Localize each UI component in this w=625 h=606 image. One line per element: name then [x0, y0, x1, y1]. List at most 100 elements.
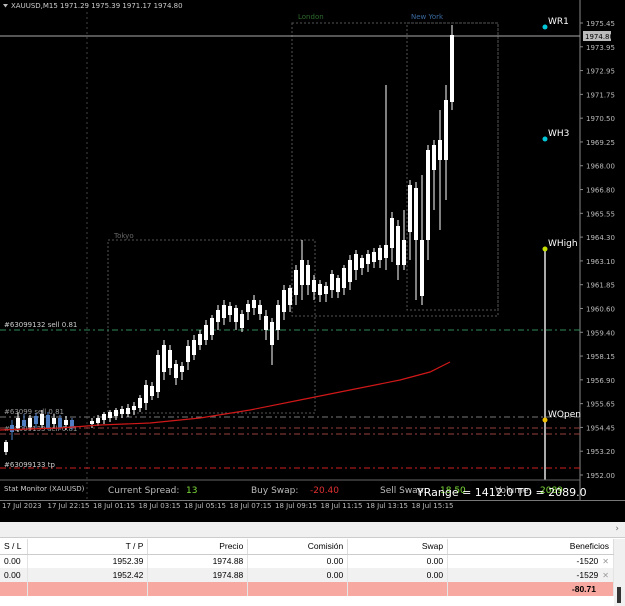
london-session-label: London — [298, 13, 324, 21]
price-axis-label: 1971.75 — [586, 91, 615, 99]
candle-body — [276, 305, 280, 330]
orders-table: S / L T / P Precio Comisión Swap Benefic… — [0, 539, 614, 596]
candle-body — [252, 300, 256, 308]
moving-average-line — [0, 361, 451, 431]
price-axis-label: 1965.55 — [586, 210, 615, 218]
candle-body — [384, 245, 388, 258]
price-axis-label: 1968.00 — [586, 163, 615, 171]
time-axis-label: 17 Jul 22:15 — [47, 502, 90, 510]
wh3-dot — [542, 136, 548, 142]
candle-body — [336, 278, 340, 292]
candle-body — [408, 185, 412, 232]
cell-commission: 0.00 — [247, 554, 349, 568]
spread-value: 13 — [186, 486, 197, 496]
col-commission[interactable]: Comisión — [247, 539, 349, 555]
candle-body — [420, 240, 424, 296]
cell-swap: 0.00 — [347, 554, 449, 568]
cell-sl: 0.00 — [0, 554, 29, 568]
candle-body — [234, 308, 238, 322]
time-axis-label: 18 Jul 05:15 — [184, 502, 226, 510]
cell-swap: 0.00 — [347, 568, 449, 582]
col-tp[interactable]: T / P — [27, 539, 149, 555]
cell-profit: -1529 ✕ — [447, 568, 614, 582]
candle-body — [390, 218, 394, 248]
scrollbar-thumb[interactable] — [617, 587, 621, 603]
cell-commission: 0.00 — [247, 568, 349, 582]
candle-body — [16, 418, 20, 428]
candle-body — [414, 188, 418, 240]
time-axis[interactable]: 17 Jul 2023 17 Jul 22:15 18 Jul 01:15 18 Ju… — [0, 500, 625, 514]
stat-monitor-label: Stat Monitor (XAUUSD) — [4, 485, 85, 493]
time-axis-label: 18 Jul 07:15 — [229, 502, 272, 510]
whigh-dot — [542, 246, 548, 252]
time-axis-label: 18 Jul 15:15 — [411, 502, 454, 510]
col-sl[interactable]: S / L — [0, 539, 29, 555]
price-chart[interactable]: XAUUSD,M15 1971.29 1975.39 1971.17 1974.… — [0, 0, 625, 500]
col-profit[interactable]: Beneficios — [447, 539, 614, 555]
candle-body — [192, 340, 196, 355]
newyork-session-label: New York — [411, 13, 444, 21]
tokyo-session-label: Tokyo — [113, 232, 134, 240]
price-axis-label: 1964.30 — [586, 234, 615, 242]
last-price-tag-label: 1974.80 — [585, 33, 614, 41]
candle-body — [108, 412, 112, 418]
candle-body — [432, 145, 436, 170]
candle-body — [96, 418, 100, 423]
candle-body — [450, 35, 454, 102]
profit-value: -1520 — [576, 556, 599, 567]
candle-body — [402, 240, 406, 265]
candle-body — [378, 248, 382, 260]
wr1-dot — [542, 24, 548, 30]
whigh-label: WHigh — [548, 239, 578, 249]
price-axis-label: 1969.25 — [586, 139, 615, 147]
candle-body — [396, 226, 400, 265]
panel-scrollbar[interactable]: › — [0, 522, 625, 538]
order-line-2-label: #63099 sell 0.81 — [4, 408, 64, 416]
chart-menu-arrow-icon[interactable] — [3, 4, 8, 8]
candle-body — [426, 150, 430, 240]
candle-body — [372, 252, 376, 262]
symbol-header: XAUUSD,M15 1971.29 1975.39 1971.17 1974.… — [11, 2, 183, 10]
candle-body — [354, 254, 358, 270]
trade-panel: › S / L T / P Precio Comisión Swap Benef… — [0, 522, 625, 606]
price-axis-label: 1952.00 — [586, 472, 615, 480]
tp-line-label: #63099133 tp — [4, 461, 55, 469]
price-axis-label: 1961.85 — [586, 282, 615, 290]
candle-body — [216, 310, 220, 322]
total-row: -80.71 — [0, 582, 614, 596]
candle-body — [258, 305, 262, 314]
price-axis-label: 1963.10 — [586, 258, 615, 266]
candle-body — [198, 334, 202, 345]
price-axis-label: 1973.95 — [586, 44, 615, 52]
candle-body — [168, 350, 172, 368]
candle-body — [90, 421, 94, 424]
candle-body — [22, 420, 26, 426]
col-price[interactable]: Precio — [147, 539, 249, 555]
table-row[interactable]: 0.00 1952.42 1974.88 0.00 0.00 -1529 ✕ — [0, 568, 614, 582]
candle-body — [64, 420, 68, 425]
price-axis-label: 1953.20 — [586, 448, 615, 456]
scroll-right-icon[interactable]: › — [615, 524, 619, 534]
col-swap[interactable]: Swap — [347, 539, 449, 555]
candle-body — [40, 414, 44, 425]
candle-body — [132, 406, 136, 410]
buy-swap-label: Buy Swap: — [251, 486, 298, 496]
price-axis-label: 1956.90 — [586, 377, 615, 385]
profit-value: -1529 — [576, 570, 599, 580]
candle-body — [270, 322, 274, 345]
close-order-icon[interactable]: ✕ — [602, 571, 609, 580]
close-order-icon[interactable]: ✕ — [602, 557, 609, 566]
candle-body — [156, 355, 160, 392]
price-axis-label: 1955.65 — [586, 401, 615, 409]
price-axis[interactable]: 1975.45 1973.95 1972.95 1971.75 1970.50 1969.… — [580, 20, 615, 480]
candle-body — [438, 140, 442, 160]
vertical-scrollbar[interactable] — [614, 539, 625, 606]
table-header-row: S / L T / P Precio Comisión Swap Benefic… — [0, 539, 614, 555]
candle-body — [34, 416, 38, 424]
candle-body — [102, 414, 106, 420]
table-row[interactable]: 0.00 1952.39 1974.88 0.00 0.00 -1520 ✕ — [0, 554, 614, 568]
candle-body — [28, 418, 32, 427]
candle-body — [294, 270, 298, 295]
candle-body — [4, 442, 8, 452]
price-axis-label: 1954.45 — [586, 424, 615, 432]
